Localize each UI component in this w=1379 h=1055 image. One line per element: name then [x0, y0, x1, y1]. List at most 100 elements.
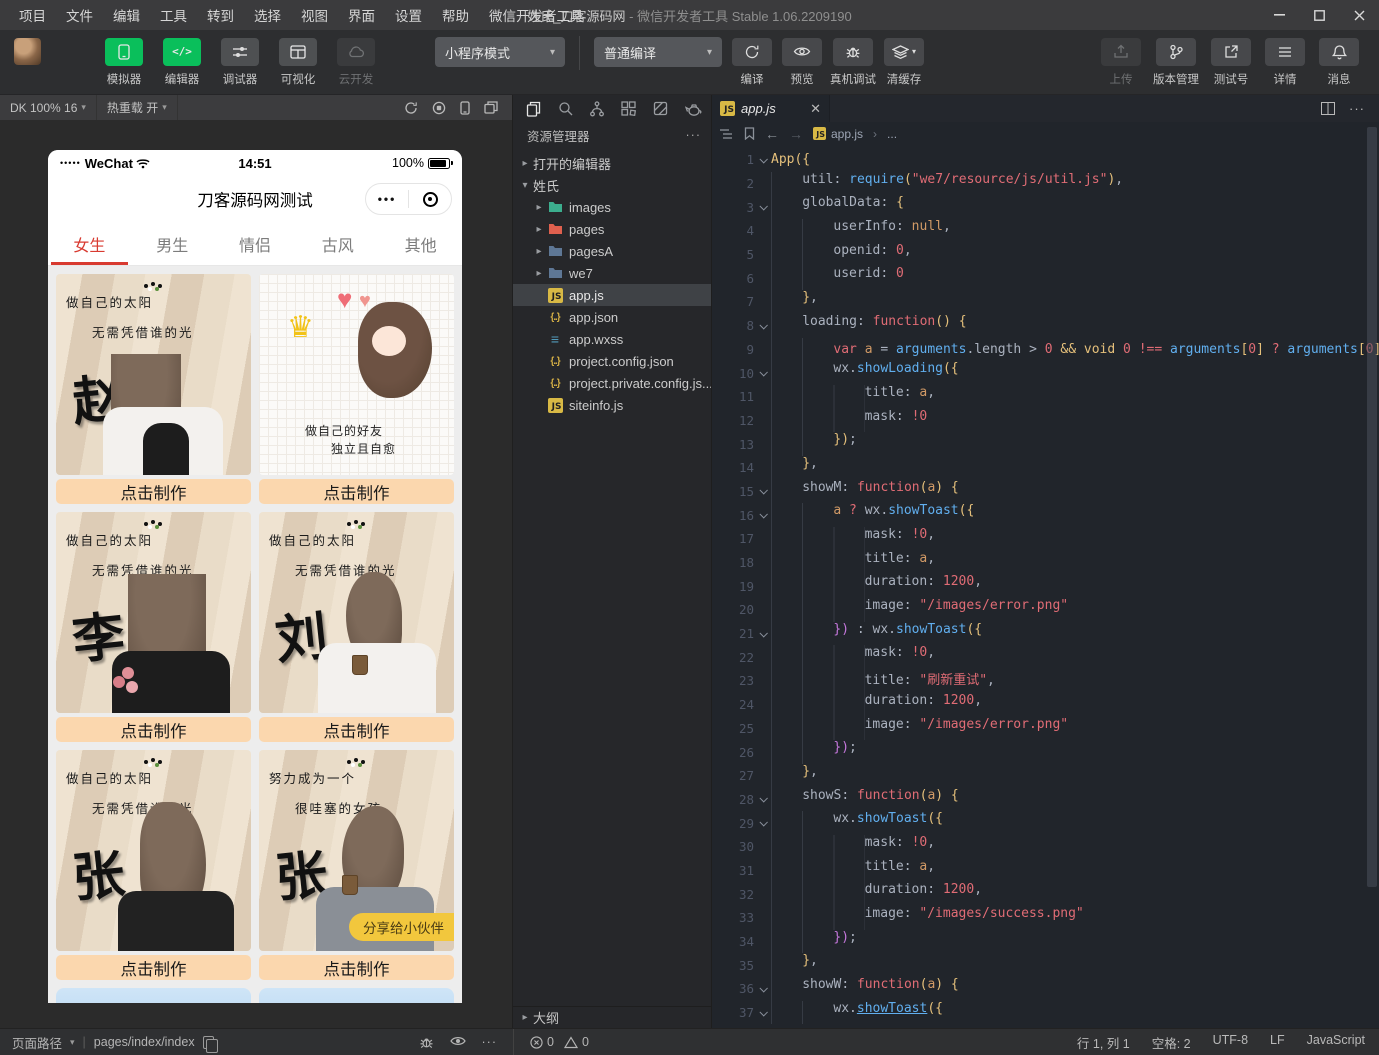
split-editor-icon[interactable] [1321, 102, 1335, 115]
hot-reload-dropdown[interactable]: 热重载 开 ▾ [97, 95, 178, 120]
code-line-32[interactable]: 32 duration: 1200, [712, 882, 1379, 906]
menu-设置[interactable]: 设置 [386, 2, 431, 28]
cursor-position[interactable]: 行 1, 列 1 [1077, 1033, 1130, 1052]
menu-项目[interactable]: 项目 [10, 2, 55, 28]
menu-选择[interactable]: 选择 [245, 2, 290, 28]
close-button[interactable] [1339, 0, 1379, 30]
close-icon[interactable]: ✕ [810, 101, 821, 117]
code-line-36[interactable]: 36 showW: function(a) { [712, 977, 1379, 1001]
toolbar-消息-button[interactable]: 消息 [1317, 38, 1361, 87]
outline-list-icon[interactable] [720, 128, 734, 140]
indent-setting[interactable]: 空格: 2 [1152, 1033, 1191, 1052]
code-line-8[interactable]: 8 loading: function() { [712, 314, 1379, 338]
toolbar-清缓存-button[interactable]: ▾ 清缓存 [882, 38, 926, 87]
more-icon[interactable]: ··· [482, 1035, 498, 1050]
tree-item-pagesA[interactable]: ▸pagesA [513, 240, 711, 262]
fold-icon[interactable] [754, 820, 771, 826]
fold-icon[interactable] [754, 986, 771, 992]
eye-icon[interactable] [450, 1035, 466, 1050]
back-icon[interactable]: ← [765, 126, 779, 142]
avatar-card-5[interactable]: 做自己的太阳无需凭借谁的光 张 点击制作 [56, 750, 251, 980]
fold-icon[interactable] [754, 796, 771, 802]
tree-item-images[interactable]: ▸images [513, 196, 711, 218]
tree-item-we7[interactable]: ▸we7 [513, 262, 711, 284]
toolbar-真机调试-button[interactable]: 真机调试 [830, 38, 876, 87]
maximize-button[interactable] [1299, 0, 1339, 30]
toolbar-预览-button[interactable]: 预览 [780, 38, 824, 87]
tab-app-js[interactable]: JS app.js ✕ [712, 95, 830, 122]
code-line-13[interactable]: 13 }); [712, 432, 1379, 456]
avatar-card-2[interactable]: 做自己的好友独立且自愈♥♥♛ 点击制作 [259, 274, 454, 504]
code-line-2[interactable]: 2 util: require("we7/resource/js/util.js… [712, 172, 1379, 196]
forward-icon[interactable]: → [789, 126, 803, 142]
code-line-30[interactable]: 30 mask: !0, [712, 835, 1379, 859]
capsule-home-button[interactable] [409, 192, 451, 207]
code-line-12[interactable]: 12 mask: !0 [712, 409, 1379, 433]
tree-item-project.private.config.js...[interactable]: {..}project.private.config.js... [513, 372, 711, 394]
language-mode[interactable]: JavaScript [1307, 1033, 1365, 1052]
tree-item-project.config.json[interactable]: {..}project.config.json [513, 350, 711, 372]
code-line-19[interactable]: 19 duration: 1200, [712, 574, 1379, 598]
fork-icon[interactable] [590, 101, 604, 117]
toolbar-可视化-button[interactable]: 可视化 [275, 38, 321, 87]
card-stub[interactable] [56, 988, 251, 1003]
toolbar-详情-button[interactable]: 详情 [1263, 38, 1307, 87]
tree-item-app.json[interactable]: {..}app.json [513, 306, 711, 328]
menu-视图[interactable]: 视图 [292, 2, 337, 28]
make-button[interactable]: 点击制作 [56, 955, 251, 980]
debug-icon[interactable] [419, 1035, 434, 1050]
compile-mode-select[interactable]: 普通编译 ▾ [594, 37, 722, 67]
code-line-34[interactable]: 34 }); [712, 930, 1379, 954]
code-line-33[interactable]: 33 image: "/images/success.png" [712, 906, 1379, 930]
menu-编辑[interactable]: 编辑 [104, 2, 149, 28]
make-button[interactable]: 点击制作 [259, 717, 454, 742]
make-button[interactable]: 点击制作 [56, 479, 251, 504]
code-line-29[interactable]: 29 wx.showToast({ [712, 811, 1379, 835]
problems-indicator[interactable]: 0 0 [513, 1029, 712, 1055]
search-icon[interactable] [558, 101, 573, 116]
code-line-22[interactable]: 22 mask: !0, [712, 645, 1379, 669]
fold-icon[interactable] [754, 512, 771, 518]
code-line-21[interactable]: 21 }) : wx.showToast({ [712, 622, 1379, 646]
toolbar-模拟器-button[interactable]: 模拟器 [101, 38, 147, 87]
outline-section[interactable]: ▸ 大纲 [513, 1006, 711, 1028]
tree-item-姓氏[interactable]: ▾姓氏 [513, 174, 711, 196]
code-line-28[interactable]: 28 showS: function(a) { [712, 788, 1379, 812]
code-line-17[interactable]: 17 mask: !0, [712, 527, 1379, 551]
make-button[interactable]: 点击制作 [259, 955, 454, 980]
code-line-27[interactable]: 27 }, [712, 764, 1379, 788]
avatar-card-4[interactable]: 做自己的太阳无需凭借谁的光 刘 点击制作 [259, 512, 454, 742]
frame-icon[interactable] [653, 101, 668, 116]
sim-refresh-icon[interactable] [404, 101, 418, 115]
code-line-15[interactable]: 15 showM: function(a) { [712, 480, 1379, 504]
sim-phone-icon[interactable] [460, 101, 470, 115]
code-line-7[interactable]: 7 }, [712, 290, 1379, 314]
explorer-more-button[interactable]: ··· [686, 128, 702, 142]
device-scale-dropdown[interactable]: DK 100% 16 ▾ [0, 95, 97, 120]
copy-icon[interactable] [203, 1036, 214, 1049]
code-line-9[interactable]: 9 var a = arguments.length > 0 && void 0… [712, 338, 1379, 362]
code-line-35[interactable]: 35 }, [712, 953, 1379, 977]
eol-setting[interactable]: LF [1270, 1033, 1285, 1052]
code-line-16[interactable]: 16 a ? wx.showToast({ [712, 503, 1379, 527]
tab-女生[interactable]: 女生 [48, 222, 131, 265]
code-line-4[interactable]: 4 userInfo: null, [712, 219, 1379, 243]
tab-古风[interactable]: 古风 [296, 222, 379, 265]
minimize-button[interactable] [1259, 0, 1299, 30]
fold-icon[interactable] [754, 488, 771, 494]
code-line-14[interactable]: 14 }, [712, 456, 1379, 480]
toolbar-调试器-button[interactable]: 调试器 [217, 38, 263, 87]
more-actions-icon[interactable]: ··· [1349, 101, 1365, 116]
menu-文件[interactable]: 文件 [57, 2, 102, 28]
code-line-26[interactable]: 26 }); [712, 740, 1379, 764]
share-badge[interactable]: 分享给小伙伴 [349, 913, 454, 941]
make-button[interactable]: 点击制作 [56, 717, 251, 742]
bookmark-icon[interactable] [744, 127, 755, 140]
grid-icon[interactable] [621, 101, 636, 116]
capsule-more-button[interactable]: ••• [366, 192, 408, 206]
fold-icon[interactable] [754, 631, 771, 637]
toolbar-编译-button[interactable]: 编译 [730, 38, 774, 87]
card-stub[interactable] [259, 988, 454, 1003]
files-icon[interactable] [526, 101, 541, 117]
fold-icon[interactable] [754, 370, 771, 376]
